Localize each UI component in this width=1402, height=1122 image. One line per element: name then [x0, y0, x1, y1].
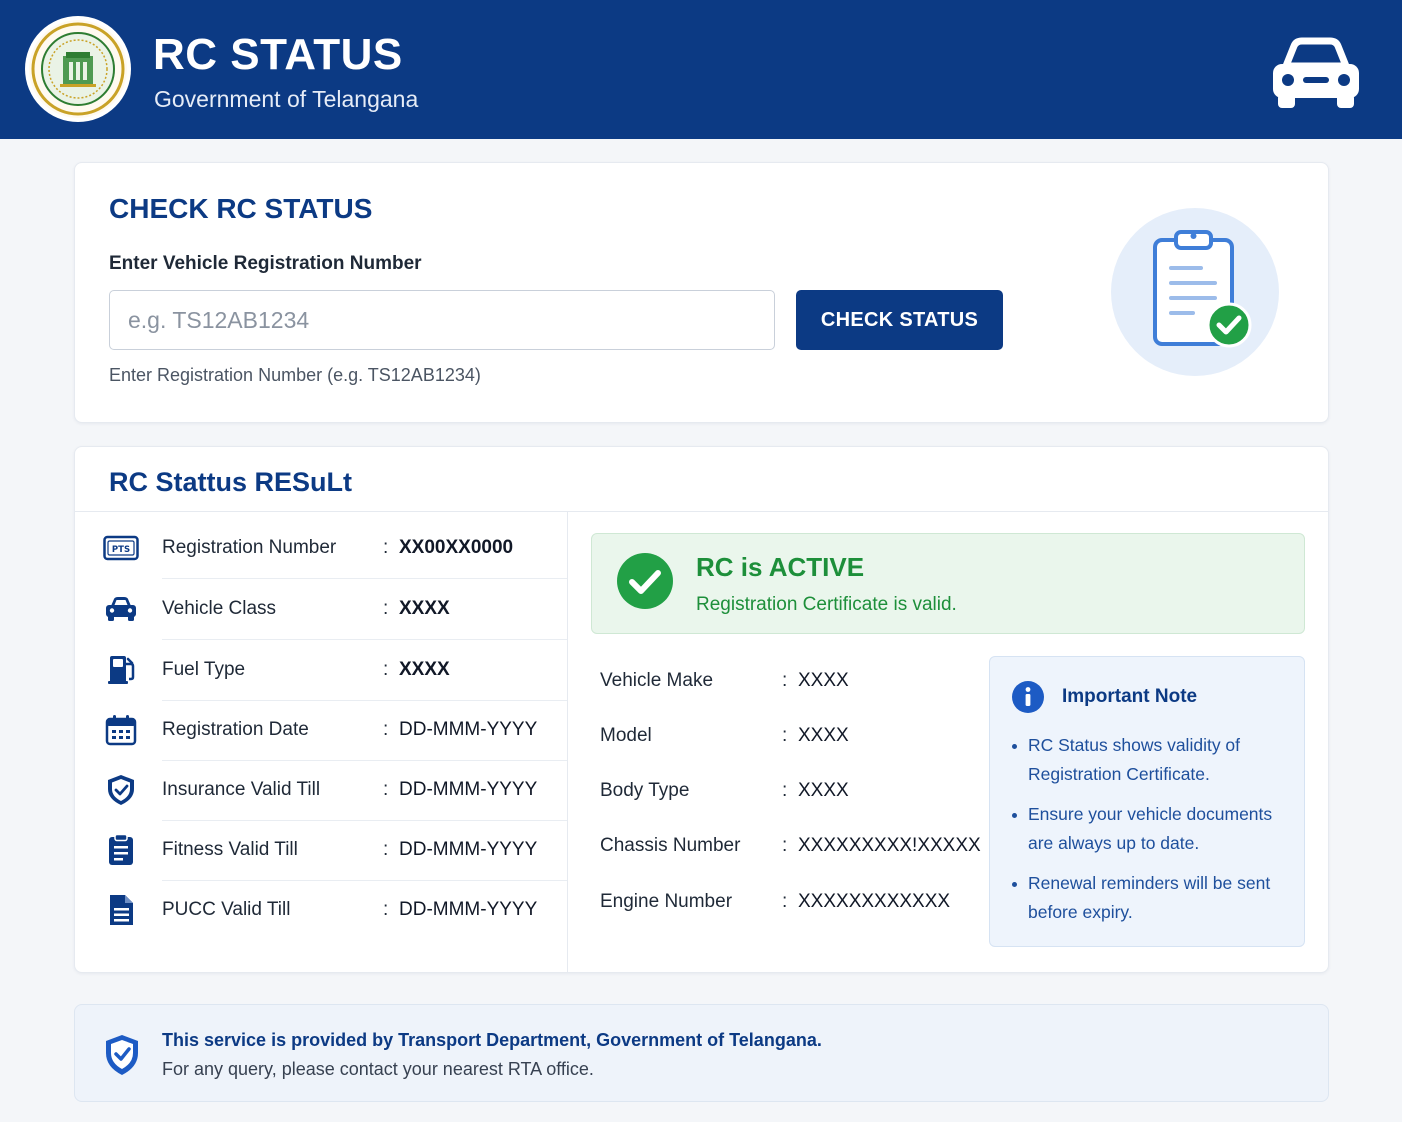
detail-row-registration-number: PTS Registration Number : XX00XX0000: [75, 519, 567, 579]
check-circle-icon: [617, 553, 673, 609]
shield-check-icon: [108, 775, 134, 805]
spec-value: XXXXXXXXXXXX: [798, 891, 951, 912]
detail-label: Fuel Type: [162, 659, 246, 680]
footer-provider-text: This service is provided by Transport De…: [162, 1030, 822, 1050]
spec-label: Chassis Number: [600, 835, 741, 856]
detail-label: Registration Number: [162, 537, 337, 558]
app-subtitle: Government of Telangana: [154, 86, 419, 112]
spec-value: XXXX: [798, 780, 849, 801]
license-plate-icon: PTS: [103, 535, 139, 561]
result-divider: [75, 511, 1328, 512]
detail-value: XXXX: [399, 598, 450, 619]
check-rc-card: CHECK RC STATUS Enter Vehicle Registrati…: [74, 162, 1329, 423]
spec-label: Engine Number: [600, 891, 733, 912]
spec-value: XXXX: [798, 670, 849, 691]
registration-number-input[interactable]: [109, 290, 775, 350]
result-title: RC Stattus RESuLt: [109, 467, 352, 497]
clipboard-icon: [109, 834, 133, 865]
car-icon: [1273, 37, 1359, 108]
note-item: RC Status shows validity of Registration…: [1012, 731, 1294, 789]
app-header: RC STATUS Government of Telangana: [0, 0, 1402, 139]
status-subtitle: Registration Certificate is valid.: [696, 594, 957, 615]
car-front-icon: [106, 597, 136, 621]
registration-field-label: Enter Vehicle Registration Number: [109, 253, 422, 274]
rc-active-status-box: RC is ACTIVE Registration Certificate is…: [591, 533, 1305, 634]
detail-row-fitness: Fitness Valid Till : DD-MMM-YYYY: [75, 821, 567, 881]
detail-value: DD-MMM-YYYY: [399, 779, 538, 800]
note-item: Ensure your vehicle documents are always…: [1012, 800, 1294, 858]
app-title: RC STATUS: [153, 30, 403, 79]
calendar-icon: [105, 715, 137, 746]
check-status-button[interactable]: CHECK STATUS: [796, 290, 1003, 350]
important-note-box: Important Note RC Status shows validity …: [989, 656, 1305, 947]
detail-row-insurance: Insurance Valid Till : DD-MMM-YYYY: [75, 761, 567, 821]
detail-row-fuel-type: Fuel Type : XXXX: [75, 641, 567, 701]
detail-label: Vehicle Class: [162, 598, 277, 619]
spec-label: Vehicle Make: [600, 670, 714, 691]
note-list: RC Status shows validity of Registration…: [1012, 731, 1294, 938]
rc-result-card: RC Stattus RESuLt PTS Registration Numbe…: [74, 446, 1329, 973]
detail-label: PUCC Valid Till: [162, 899, 291, 920]
column-divider: [567, 512, 568, 973]
detail-label: Registration Date: [162, 719, 309, 740]
detail-row-registration-date: Registration Date : DD-MMM-YYYY: [75, 701, 567, 761]
telangana-emblem-icon: [25, 16, 131, 122]
detail-value: DD-MMM-YYYY: [399, 899, 538, 920]
clipboard-check-icon: [1111, 208, 1279, 376]
detail-value: DD-MMM-YYYY: [399, 839, 538, 860]
detail-value: DD-MMM-YYYY: [399, 719, 538, 740]
svg-text:PTS: PTS: [112, 545, 130, 555]
detail-value: XXXX: [399, 659, 450, 680]
footer-info: This service is provided by Transport De…: [74, 1004, 1329, 1102]
footer-contact-text: For any query, please contact your neare…: [162, 1059, 594, 1079]
detail-label: Insurance Valid Till: [162, 779, 321, 800]
shield-check-icon: [106, 1035, 138, 1075]
detail-row-vehicle-class: Vehicle Class : XXXX: [75, 580, 567, 640]
spec-label: Model: [600, 725, 652, 746]
detail-value: XX00XX0000: [399, 537, 514, 558]
note-item: Renewal reminders will be sent before ex…: [1012, 869, 1294, 927]
spec-value: XXXX: [798, 725, 849, 746]
info-icon: [1012, 681, 1044, 713]
status-title: RC is ACTIVE: [696, 552, 865, 582]
check-rc-title: CHECK RC STATUS: [109, 193, 373, 224]
document-icon: [110, 895, 133, 925]
fuel-pump-icon: [108, 656, 135, 684]
spec-value: XXXXXXXXX!XXXXX: [798, 835, 981, 856]
detail-row-pucc: PUCC Valid Till : DD-MMM-YYYY: [75, 881, 567, 941]
detail-label: Fitness Valid Till: [162, 839, 298, 860]
spec-label: Body Type: [600, 780, 690, 801]
registration-hint: Enter Registration Number (e.g. TS12AB12…: [109, 365, 481, 385]
note-title: Important Note: [1062, 686, 1198, 707]
